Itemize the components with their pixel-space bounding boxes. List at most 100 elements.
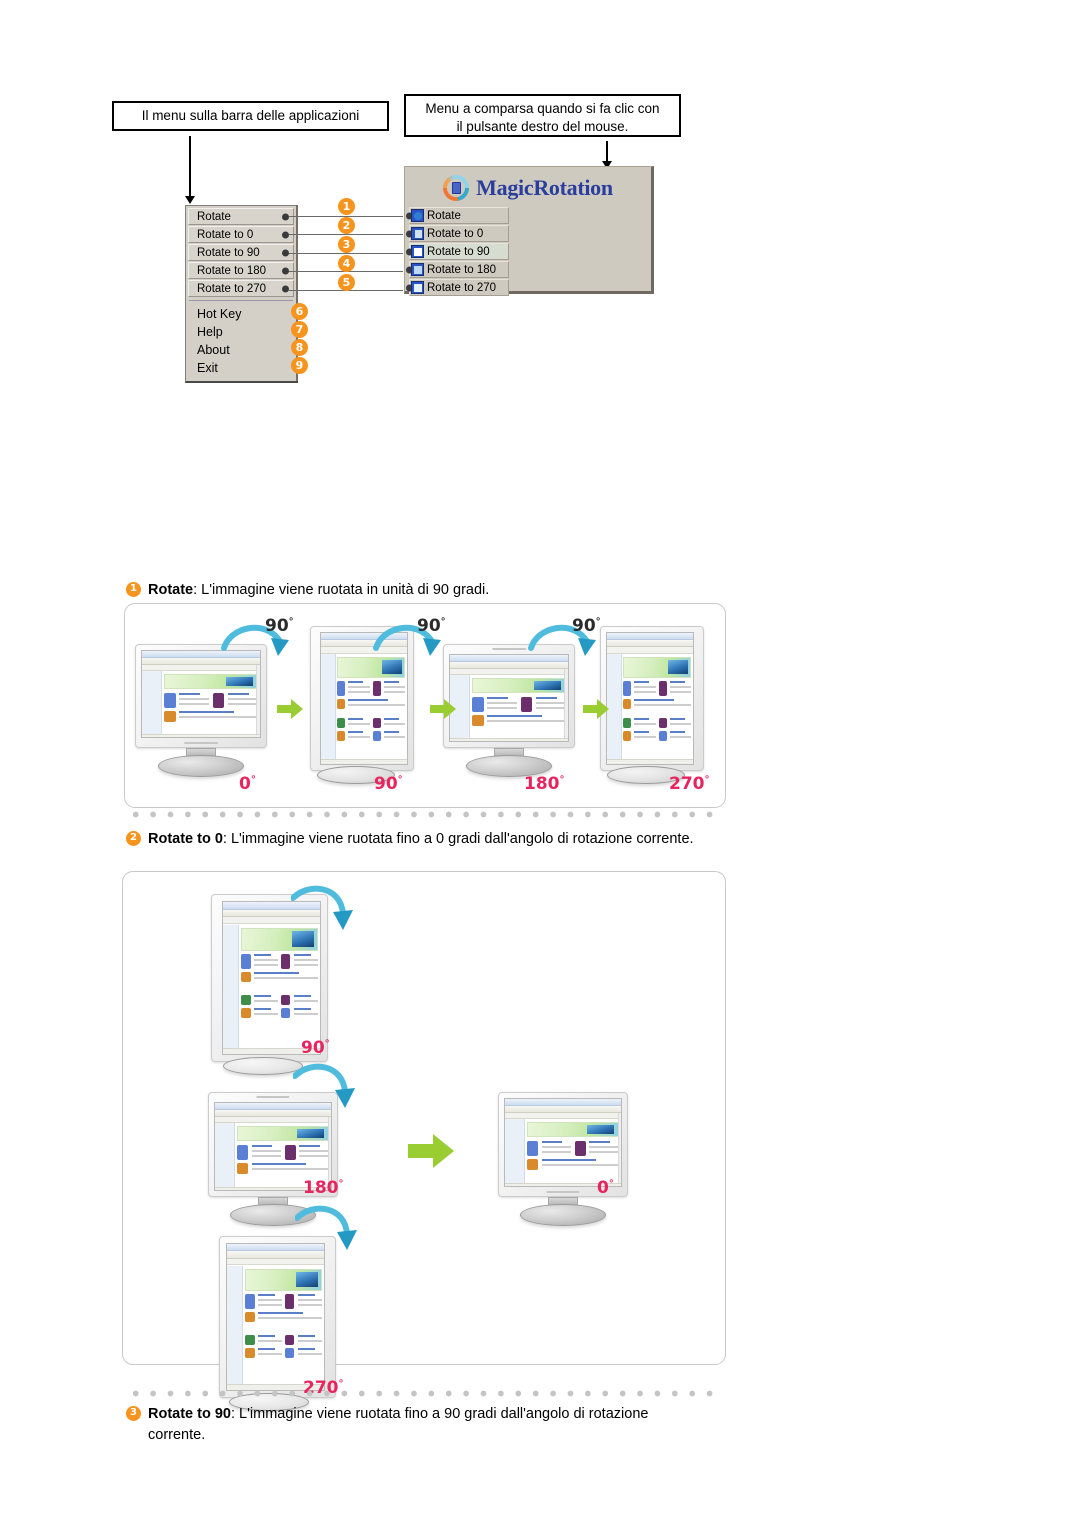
taskbar-menu-item-about[interactable]: About	[188, 341, 294, 359]
context-menu-item-label: Rotate to 90	[427, 245, 490, 258]
callout-taskbar-arrow-head	[185, 196, 195, 204]
browser-lines	[179, 692, 210, 708]
browser-scrollbar[interactable]	[256, 664, 260, 734]
connector-dot	[282, 213, 289, 220]
browser-icon	[372, 718, 381, 729]
browser-row	[241, 1007, 319, 1018]
browser-row	[623, 731, 692, 742]
browser-row	[241, 972, 319, 983]
browser-toolbar	[607, 640, 693, 648]
badge-inline-3: 3	[126, 1406, 141, 1421]
browser-row	[164, 711, 258, 723]
browser-lines	[251, 1144, 282, 1160]
browser-row	[472, 696, 566, 712]
browser-lines	[634, 718, 656, 728]
description-text: Rotate to 90: L'immagine viene ruotata f…	[148, 1404, 666, 1446]
badge-3: 3	[338, 236, 355, 253]
browser-icon	[337, 718, 346, 729]
rotate-arrow-bottom	[295, 1205, 357, 1250]
browser-lines	[383, 731, 406, 741]
description-term: Rotate to 90	[148, 1406, 231, 1422]
browser-icon	[241, 954, 251, 970]
taskbar-menu-item-hot-key[interactable]: Hot Key	[188, 305, 294, 323]
magicrotation-title: MagicRotation	[476, 175, 613, 200]
browser-scrollbar[interactable]	[617, 1112, 621, 1183]
browser-body	[505, 1119, 621, 1183]
connector-dot	[282, 267, 289, 274]
context-menu-items[interactable]: Rotate Rotate to 0 Rotate to 90 Rotate t…	[406, 207, 509, 297]
context-menu-item-rotate-to-0[interactable]: Rotate to 0	[406, 225, 509, 242]
browser-icon	[237, 1144, 249, 1160]
browser-hero-image	[623, 656, 692, 679]
browser-body	[607, 653, 693, 759]
context-menu-item-rotate-to-90[interactable]: Rotate to 90	[406, 243, 509, 260]
context-menu-item-rotate-to-270[interactable]: Rotate to 270	[406, 279, 509, 296]
taskbar-menu-item-rotate-to-90[interactable]: Rotate to 90	[188, 244, 294, 261]
context-menu-item-label: Rotate to 180	[427, 263, 497, 276]
browser-icon	[245, 1347, 255, 1358]
context-menu-item-label: Rotate	[427, 209, 461, 222]
browser-lines	[253, 954, 279, 969]
badge-inline-2: 2	[126, 831, 141, 846]
browser-icon	[241, 972, 251, 983]
browser-icon	[658, 731, 667, 742]
monitor-base	[223, 1057, 303, 1075]
browser-toolbar	[505, 1105, 621, 1113]
browser-icon	[164, 711, 176, 723]
browser-icon	[285, 1347, 295, 1358]
browser-body	[223, 924, 320, 1048]
browser-icon	[281, 1007, 291, 1018]
taskbar-menu-item-help[interactable]: Help	[188, 323, 294, 341]
browser-lines	[535, 696, 566, 712]
browser-lines	[297, 1334, 323, 1345]
angle-label-0: 0°	[239, 774, 256, 794]
screen-content	[227, 1244, 324, 1390]
browser-icon	[164, 692, 176, 708]
browser-lines	[257, 1294, 283, 1309]
browser-icon	[245, 1312, 255, 1323]
browser-sidebar	[321, 653, 336, 759]
browser-lines	[487, 715, 566, 726]
taskbar-menu-item-rotate-to-270[interactable]: Rotate to 270	[188, 280, 294, 297]
browser-row	[245, 1294, 323, 1310]
monitor-base	[520, 1204, 606, 1226]
context-menu-item-rotate-to-180[interactable]: Rotate to 180	[406, 261, 509, 278]
browser-icon	[337, 698, 346, 709]
taskbar-menu-item-label: Rotate to 0	[197, 229, 254, 241]
browser-icon	[245, 1334, 255, 1345]
screen-content	[505, 1099, 621, 1186]
taskbar-menu-item-exit[interactable]: Exit	[188, 359, 294, 377]
browser-lines	[297, 1347, 323, 1358]
browser-titlebar	[505, 1099, 621, 1106]
browser-lines	[251, 1163, 329, 1174]
context-menu-item-rotate[interactable]: Rotate	[406, 207, 509, 224]
taskbar-menu-item-label: Rotate to 180	[197, 265, 267, 277]
browser-main	[234, 1123, 331, 1187]
browser-icon	[337, 681, 346, 697]
taskbar-menu[interactable]: Rotate Rotate to 0 Rotate to 90 Rotate t…	[185, 205, 298, 383]
callout-context-menu: Menu a comparsa quando si fa clic con il…	[404, 94, 681, 137]
browser-icon	[212, 692, 225, 708]
badge-5: 5	[338, 274, 355, 291]
monitor-base	[158, 755, 244, 777]
taskbar-menu-item-rotate[interactable]: Rotate	[188, 208, 294, 225]
browser-lines	[297, 1294, 323, 1309]
taskbar-menu-item-rotate-to-0[interactable]: Rotate to 0	[188, 226, 294, 243]
monitor-screen	[606, 632, 694, 765]
magicrotation-context-window[interactable]: MagicRotation Rotate Rotate to 0 Rotate …	[404, 166, 654, 297]
browser-icon	[281, 954, 291, 970]
browser-lines	[257, 1312, 323, 1322]
browser-scrollbar[interactable]	[564, 668, 568, 738]
browser-hero-image	[245, 1268, 323, 1292]
browser-main	[162, 670, 260, 734]
taskbar-menu-item-rotate-to-180[interactable]: Rotate to 180	[188, 262, 294, 279]
browser-lines	[257, 1347, 283, 1358]
description-rotate-to-90: 3 Rotate to 90: L'immagine viene ruotata…	[126, 1404, 666, 1446]
browser-lines	[348, 718, 370, 728]
browser-icon	[623, 698, 632, 709]
browser-scrollbar[interactable]	[327, 1116, 331, 1187]
description-text: Rotate to 0: L'immagine viene ruotata fi…	[148, 829, 694, 850]
rotate-step-label-3: 90°	[572, 616, 601, 636]
dotted-separator-2	[127, 1390, 721, 1397]
callout-context-arrow-line	[606, 141, 608, 163]
